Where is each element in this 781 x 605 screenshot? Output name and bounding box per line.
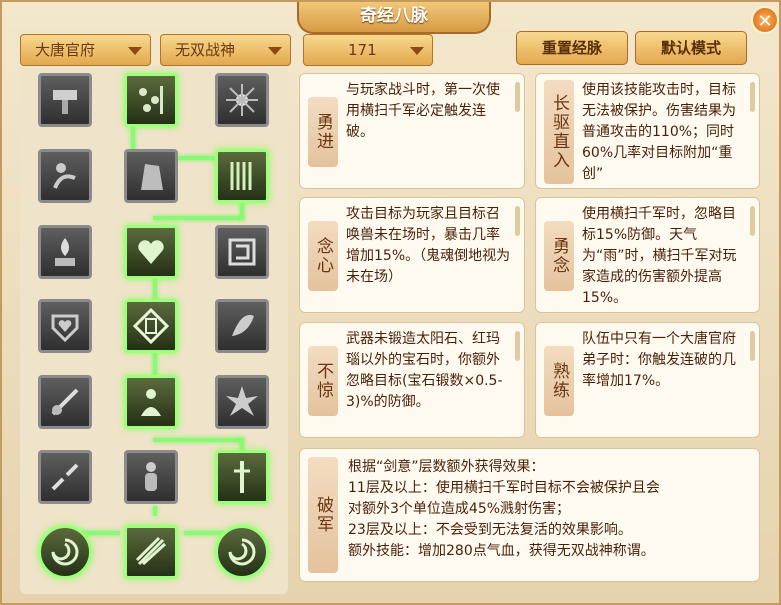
stamp-icon: [228, 238, 256, 266]
skill-card[interactable]: 勇念 使用横扫千军时，忽略目标15%防御。天气为“雨”时，横扫千军对玩家造成的伤害…: [535, 197, 760, 313]
scrollbar[interactable]: [750, 82, 755, 112]
tree-link: [153, 216, 244, 220]
final-skill-line: 23层及以上：不会受到无法复活的效果影响。: [348, 522, 632, 538]
meditating-figure-icon: [141, 389, 161, 416]
meridian-node[interactable]: [215, 73, 269, 127]
scrollbar[interactable]: [515, 206, 520, 236]
meridian-node[interactable]: [124, 375, 178, 429]
meridian-node[interactable]: [38, 149, 92, 203]
broken-sword-icon: [51, 463, 79, 491]
meridian-node[interactable]: [124, 225, 178, 279]
level-dropdown[interactable]: 171: [303, 34, 433, 66]
skill-name: 勇念: [544, 221, 574, 291]
meridian-node[interactable]: [38, 225, 92, 279]
skill-card[interactable]: 勇进 与玩家战斗时，第一次使用横扫千军必定触发连破。: [299, 73, 525, 189]
school-dropdown-value: 大唐官府: [35, 41, 96, 59]
final-skill-description: 根据“剑意”层数额外获得效果： 11层及以上：使用横扫千军时目标不会被保护且会 …: [348, 457, 749, 562]
meridian-node[interactable]: [215, 299, 269, 353]
meridian-node[interactable]: [124, 149, 178, 203]
skill-name: 长驱直入: [544, 80, 574, 184]
sunburst-icon: [226, 84, 258, 116]
scrollbar[interactable]: [515, 82, 520, 112]
final-skill-line: 11层及以上：使用横扫千军时目标不会被保护且会: [348, 480, 660, 496]
window-title: 奇经八脉: [297, 2, 491, 34]
skill-card[interactable]: 念心 攻击目标为玩家且目标召唤兽未在场时，暴击几率增加15%。（鬼魂倒地视为未在场…: [299, 197, 525, 313]
close-button[interactable]: ✕: [751, 6, 779, 34]
scrollbar[interactable]: [515, 331, 520, 361]
skill-name: 不惊: [308, 346, 338, 416]
mode-dropdown-value: 无双战神: [175, 41, 236, 59]
default-mode-button[interactable]: 默认模式: [635, 31, 747, 65]
skill-description: 使用该技能攻击时，目标无法被保护。伤害结果为普通攻击的110%；同时60%几率对…: [582, 82, 736, 182]
swirl-orb-icon: [228, 538, 256, 566]
courage-glyph-icon: [133, 308, 169, 344]
scrollbar[interactable]: [750, 206, 755, 236]
level-dropdown-value: 171: [348, 41, 377, 59]
hammer-icon: [53, 90, 77, 114]
skill-name: 勇进: [308, 97, 338, 167]
chevron-down-icon: [268, 47, 282, 55]
final-skill-line: 根据“剑意”层数额外获得效果：: [348, 459, 545, 475]
skill-description: 攻击目标为玩家且目标召唤兽未在场时，暴击几率增加15%。（鬼魂倒地视为未在场）: [346, 206, 511, 285]
meridian-node[interactable]: [38, 73, 92, 127]
meridian-node[interactable]: [124, 525, 178, 579]
skill-description: 与玩家战斗时，第一次使用横扫千军必定触发连破。: [346, 82, 500, 140]
chevron-down-icon: [410, 47, 424, 55]
mode-dropdown[interactable]: 无双战神: [160, 34, 291, 66]
fire-hands-icon: [55, 238, 75, 266]
crossed-blades-icon: [135, 536, 167, 566]
reset-meridian-button[interactable]: 重置经脉: [516, 31, 628, 65]
meridian-node[interactable]: [38, 525, 92, 579]
sword-hand-icon: [51, 388, 79, 416]
skill-card[interactable]: 熟练 队伍中只有一个大唐官府弟子时：你触发连破的几率增加17%。: [535, 322, 760, 438]
skill-description: 队伍中只有一个大唐官府弟子时：你触发连破的几率增加17%。: [582, 331, 736, 389]
tree-link: [153, 438, 244, 442]
final-skill-line: 对额外3个单位造成45%溅射伤害；: [348, 501, 571, 517]
heart-hands-icon: [138, 240, 164, 264]
meridian-node[interactable]: [215, 525, 269, 579]
meridian-node[interactable]: [215, 225, 269, 279]
skill-card[interactable]: 长驱直入 使用该技能攻击时，目标无法被保护。伤害结果为普通攻击的110%；同时60…: [535, 73, 760, 189]
meridian-node[interactable]: [215, 450, 269, 504]
meridian-node[interactable]: [124, 299, 178, 353]
sword-warrior-icon: [234, 461, 250, 493]
school-dropdown[interactable]: 大唐官府: [20, 34, 151, 66]
scrollbar[interactable]: [750, 331, 755, 361]
final-skill-name: 破军: [308, 457, 338, 573]
skill-name: 念心: [308, 221, 338, 291]
crouching-figure-icon: [53, 163, 76, 189]
meridian-node[interactable]: [215, 375, 269, 429]
meridian-node[interactable]: [124, 450, 178, 504]
skill-card[interactable]: 不惊 武器未锻造太阳石、红玛瑙以外的宝石时，你额外忽略目标(宝石锻数×0.5-3)…: [299, 322, 525, 438]
skill-description: 武器未锻造太阳石、红玛瑙以外的宝石时，你额外忽略目标(宝石锻数×0.5-3)%的…: [346, 331, 503, 410]
skill-description: 使用横扫千军时，忽略目标15%防御。天气为“雨”时，横扫千军对玩家造成的伤害额外…: [582, 206, 737, 306]
final-skill-line: 额外技能：增加280点气血，获得无双战神称谓。: [348, 543, 655, 559]
standing-monk-icon: [145, 462, 157, 491]
meridian-node[interactable]: [38, 375, 92, 429]
abacus-icon: [139, 86, 163, 114]
skill-name: 熟练: [544, 346, 574, 416]
meridian-node[interactable]: [215, 149, 269, 203]
final-skill-card[interactable]: 破军 根据“剑意”层数额外获得效果： 11层及以上：使用横扫千军时目标不会被保护…: [299, 448, 760, 582]
explosion-icon: [226, 386, 258, 416]
meridian-node[interactable]: [38, 450, 92, 504]
heart-shield-icon: [51, 314, 79, 343]
meridian-node[interactable]: [38, 299, 92, 353]
swirl-orb-icon: [51, 538, 79, 566]
meridian-panel: 奇经八脉 ✕ 大唐官府 无双战神 171 重置经脉 默认模式 勇进 与玩家战斗时，…: [0, 0, 781, 605]
meridian-node[interactable]: [124, 73, 178, 127]
bamboo-icon: [230, 162, 252, 190]
chevron-down-icon: [128, 47, 142, 55]
tree-link: [184, 531, 224, 535]
tree-link: [153, 506, 157, 516]
leaf-hand-icon: [232, 314, 254, 336]
stone-figure-icon: [141, 164, 163, 190]
